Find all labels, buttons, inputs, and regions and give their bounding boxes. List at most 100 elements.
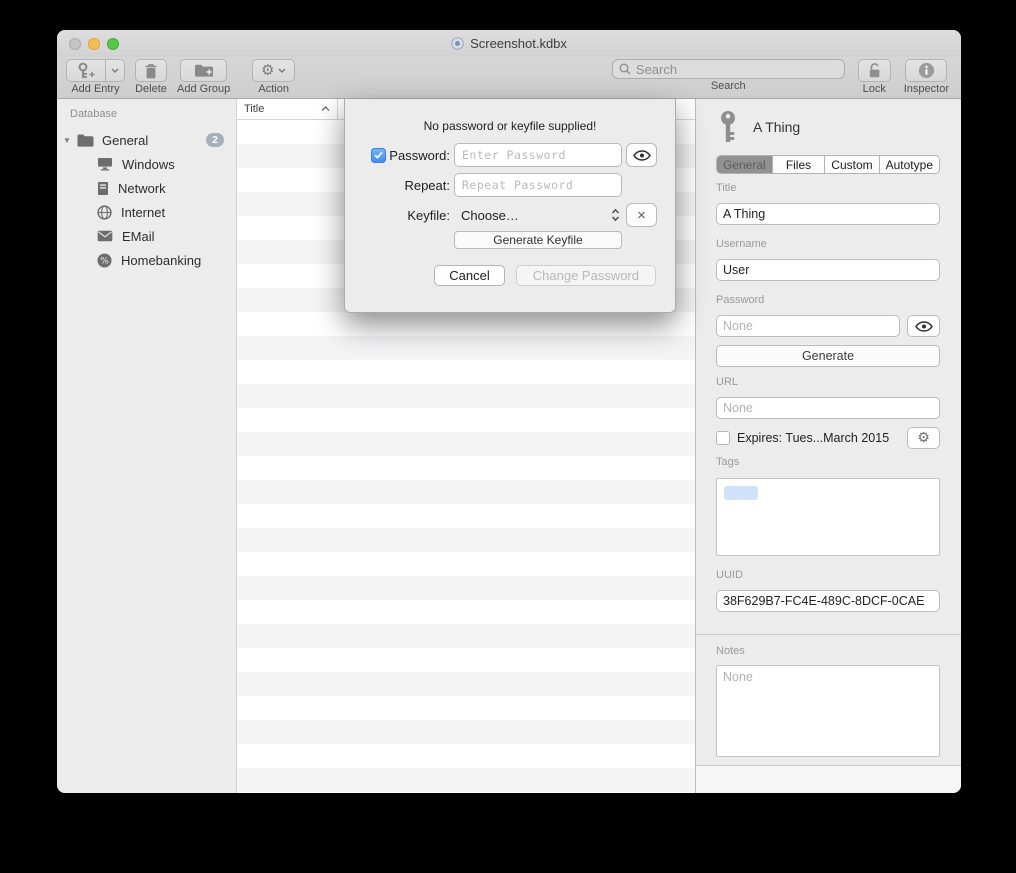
- checkmark-icon: [374, 151, 383, 159]
- expires-checkbox[interactable]: [716, 431, 730, 445]
- lock-button[interactable]: [858, 59, 891, 82]
- column-header-title[interactable]: Title: [237, 99, 338, 119]
- password-checkbox[interactable]: [371, 148, 386, 163]
- stepper-icon: [611, 208, 620, 222]
- add-entry-button[interactable]: [66, 59, 125, 82]
- generate-keyfile-button[interactable]: Generate Keyfile: [454, 231, 622, 249]
- add-entry-dropdown[interactable]: [105, 59, 125, 82]
- action-label: Action: [258, 83, 289, 95]
- entry-count-badge: 2: [206, 133, 224, 147]
- tags-box[interactable]: [716, 478, 940, 556]
- cancel-button[interactable]: Cancel: [434, 265, 504, 286]
- tags-label: Tags: [716, 456, 940, 469]
- key-plus-icon[interactable]: [66, 59, 105, 82]
- column-title-label: Title: [244, 103, 264, 115]
- delete-item: Delete: [135, 59, 167, 95]
- password-label: Password:: [389, 148, 450, 163]
- password-label: Password: [716, 294, 940, 307]
- info-icon: [918, 62, 935, 79]
- add-group-button[interactable]: [180, 59, 227, 82]
- toolbar-right: Search Lock Inspector: [612, 59, 949, 95]
- username-label: Username: [716, 238, 940, 251]
- keyfile-value: Choose…: [461, 208, 519, 223]
- title-bar[interactable]: Screenshot.kdbx: [57, 30, 961, 57]
- generate-button[interactable]: Generate: [716, 345, 940, 367]
- enter-password-input[interactable]: [454, 143, 622, 167]
- reveal-password-button[interactable]: [626, 143, 657, 167]
- notes-section: Notes: [696, 634, 961, 762]
- svg-text:%: %: [100, 256, 109, 266]
- key-icon: [716, 110, 740, 144]
- disclosure-triangle-icon[interactable]: ▼: [63, 136, 77, 145]
- tab-custom[interactable]: Custom: [825, 156, 879, 173]
- action-button[interactable]: ⚙: [252, 59, 295, 82]
- inspector-label: Inspector: [904, 83, 949, 95]
- sidebar-item-general[interactable]: ▼ General 2: [57, 128, 236, 152]
- chevron-down-icon: [111, 68, 119, 73]
- action-item: ⚙ Action: [252, 59, 295, 95]
- change-password-button[interactable]: Change Password: [516, 265, 656, 286]
- sidebar-item-email[interactable]: EMail: [57, 224, 236, 248]
- expires-label: Expires: Tues...March 2015: [737, 431, 889, 445]
- computer-icon: [97, 157, 113, 171]
- notes-label: Notes: [716, 645, 940, 658]
- sidebar-item-label: General: [102, 133, 148, 148]
- sidebar-item-internet[interactable]: Internet: [57, 200, 236, 224]
- eye-icon: [633, 150, 651, 161]
- sidebar-item-network[interactable]: Network: [57, 176, 236, 200]
- url-label: URL: [716, 376, 940, 389]
- entry-title: A Thing: [753, 119, 800, 135]
- sidebar-item-windows[interactable]: Windows: [57, 152, 236, 176]
- sidebar-item-homebanking[interactable]: % Homebanking: [57, 248, 236, 272]
- percent-icon: %: [97, 253, 112, 268]
- change-password-sheet: No password or keyfile supplied! Passwor…: [344, 99, 676, 313]
- repeat-password-input[interactable]: [454, 173, 622, 197]
- title-field[interactable]: [716, 203, 940, 225]
- username-field[interactable]: [716, 259, 940, 281]
- sidebar-item-label: Homebanking: [121, 253, 201, 268]
- delete-button[interactable]: [135, 59, 167, 82]
- search-input[interactable]: [634, 61, 838, 78]
- folder-plus-icon: [194, 63, 214, 78]
- tab-files[interactable]: Files: [773, 156, 826, 173]
- delete-label: Delete: [135, 83, 167, 95]
- server-icon: [97, 181, 109, 196]
- search-field[interactable]: [612, 59, 845, 79]
- expires-settings-button[interactable]: ⚙: [907, 427, 940, 449]
- expires-row: Expires: Tues...March 2015 ⚙: [716, 427, 940, 449]
- lock-item: Lock: [858, 59, 891, 95]
- password-row: Password:: [360, 143, 660, 167]
- window-title-area: Screenshot.kdbx: [57, 30, 961, 57]
- keyfile-popup[interactable]: Choose…: [454, 203, 622, 227]
- tab-autotype[interactable]: Autotype: [880, 156, 939, 173]
- sidebar-item-label: Windows: [122, 157, 175, 172]
- password-field[interactable]: [716, 315, 900, 337]
- url-field[interactable]: [716, 397, 940, 419]
- add-group-label: Add Group: [177, 83, 230, 95]
- entry-header: A Thing: [716, 110, 940, 144]
- folder-icon: [77, 134, 94, 147]
- sidebar: Database ▼ General 2 Windows Network Int…: [57, 99, 237, 793]
- add-entry-item: Add Entry: [66, 59, 125, 95]
- sort-ascending-icon: [321, 106, 330, 112]
- notes-field[interactable]: [716, 665, 940, 757]
- tag-pill[interactable]: [724, 486, 758, 500]
- lock-open-icon: [867, 62, 882, 79]
- inspector-button[interactable]: [905, 59, 947, 82]
- gear-icon: ⚙: [917, 431, 930, 445]
- sidebar-item-label: EMail: [122, 229, 155, 244]
- inspector-footer: [696, 765, 961, 793]
- globe-icon: [97, 205, 112, 220]
- search-label: Search: [711, 80, 746, 92]
- inspector-panel: A Thing General Files Custom Autotype Ti…: [695, 99, 961, 793]
- window-title: Screenshot.kdbx: [470, 36, 567, 51]
- uuid-field[interactable]: [716, 590, 940, 612]
- trash-icon: [144, 63, 158, 79]
- sidebar-item-label: Internet: [121, 205, 165, 220]
- lock-label: Lock: [863, 83, 886, 95]
- reveal-password-button[interactable]: [907, 315, 940, 337]
- tab-general[interactable]: General: [717, 156, 773, 173]
- clear-keyfile-button[interactable]: ×: [626, 203, 657, 227]
- toolbar: Add Entry Delete Add Group ⚙ Action: [57, 57, 961, 99]
- add-entry-label: Add Entry: [71, 83, 119, 95]
